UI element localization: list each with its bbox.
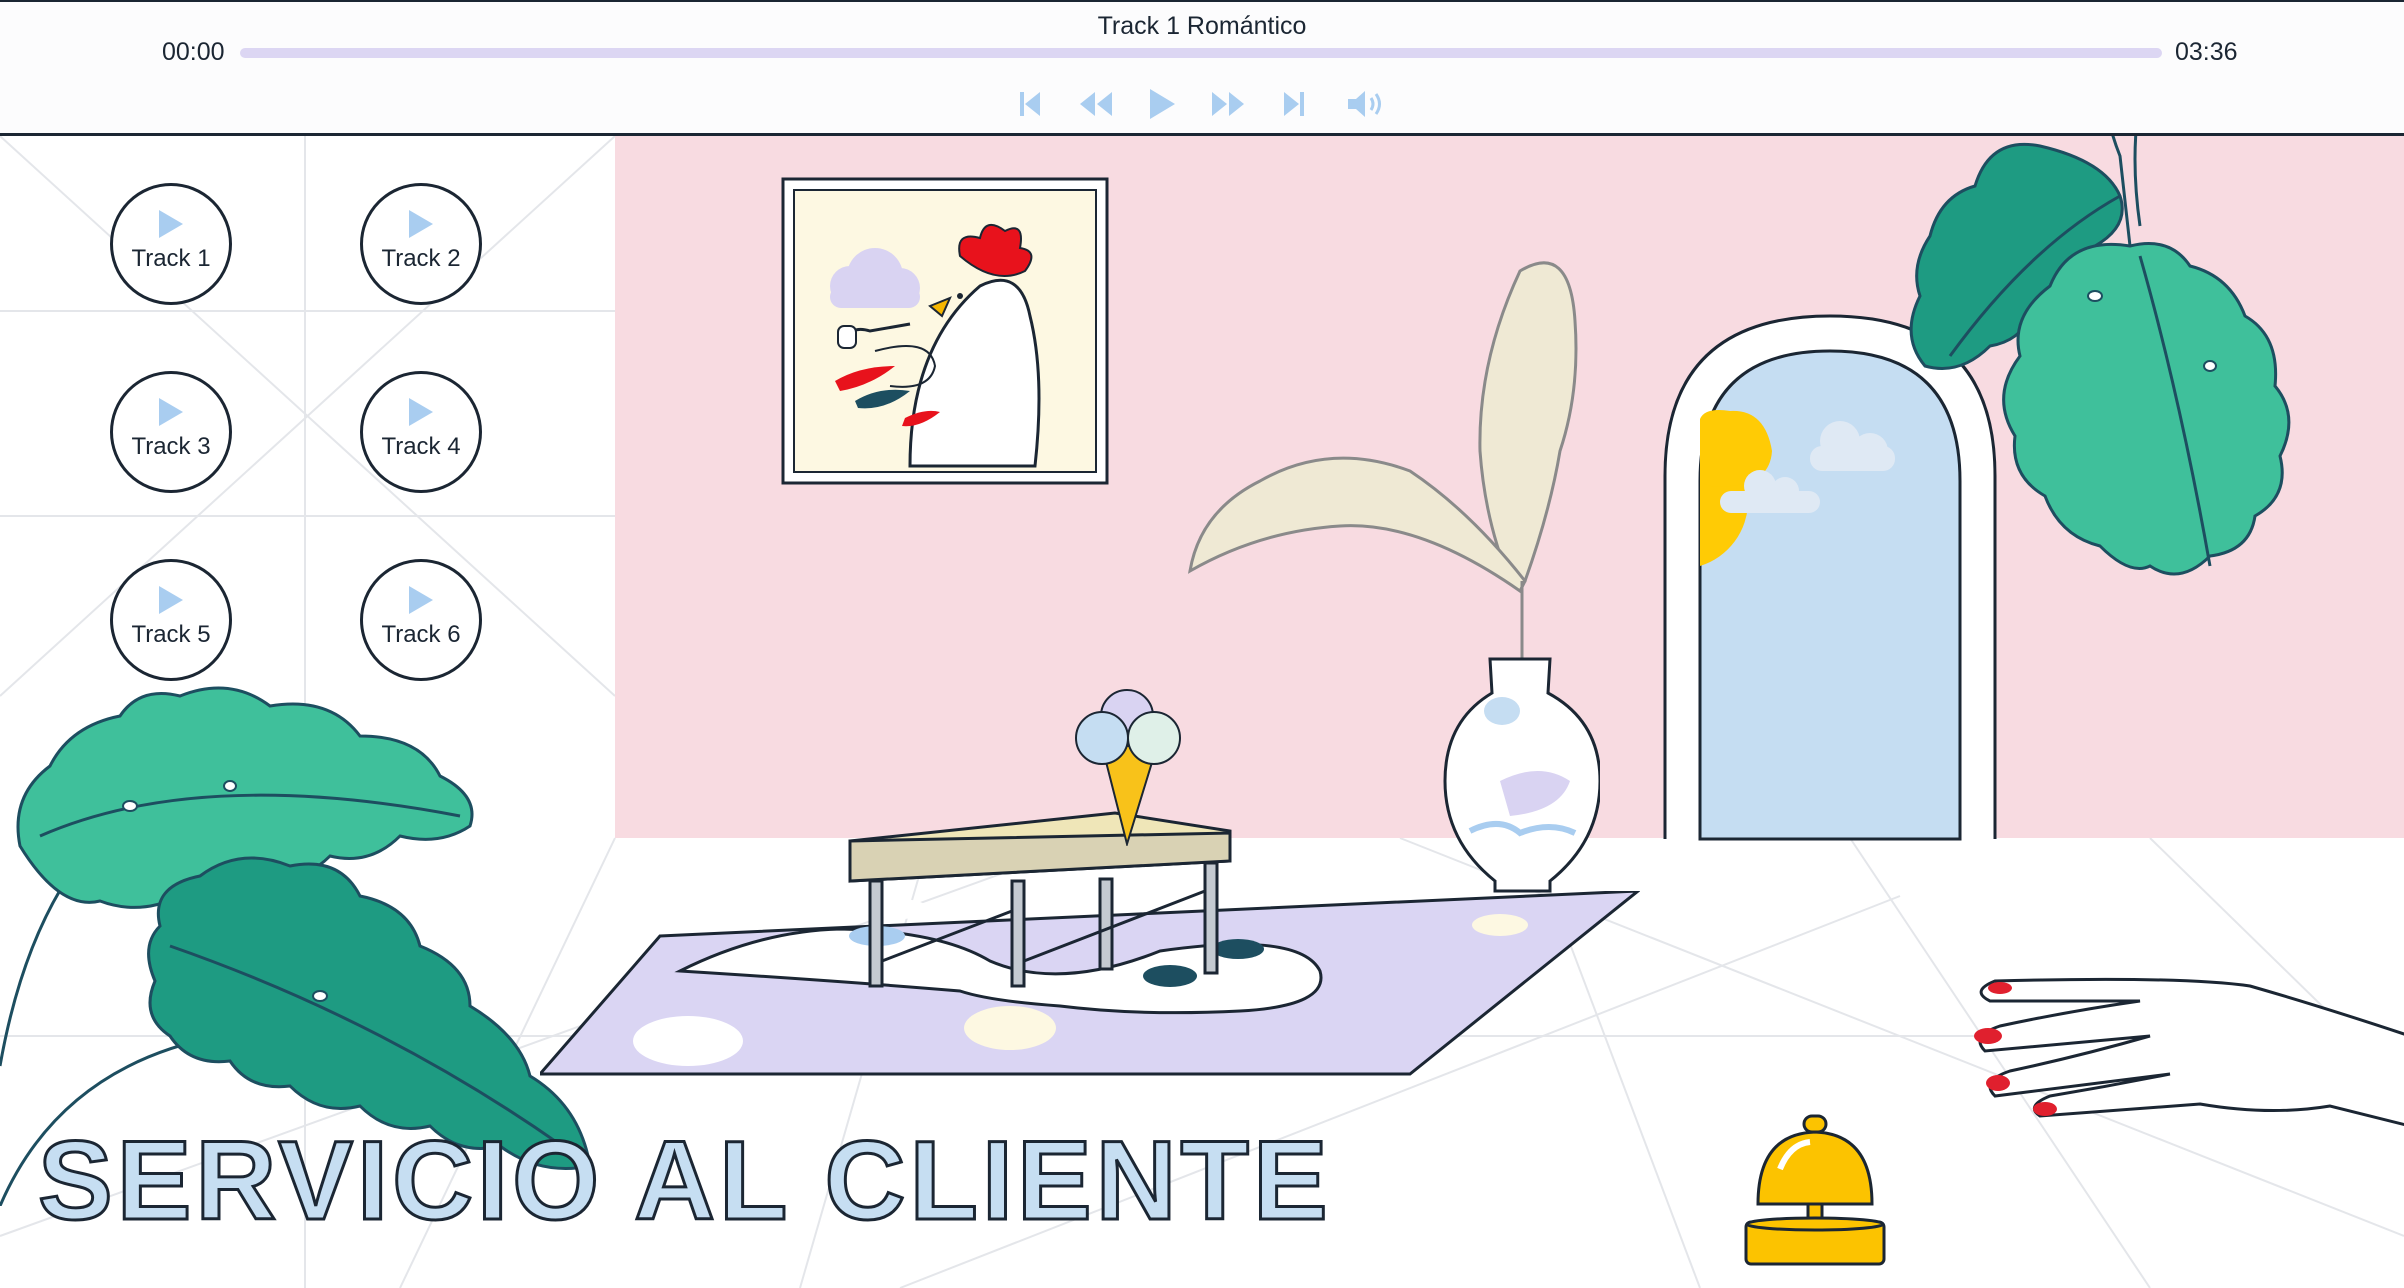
play-icon [409,586,433,614]
fast-forward-icon[interactable] [1208,86,1248,122]
vase-with-plant [1187,261,1600,893]
audio-player: Track 1 Romántico 00:00 03:36 [0,0,2404,136]
skip-forward-icon[interactable] [1274,86,1314,122]
volume-icon[interactable] [1346,86,1386,122]
track-button-1[interactable]: Track 1 [110,183,232,305]
play-icon [159,210,183,238]
track-button-4[interactable]: Track 4 [360,371,482,493]
track-button-2[interactable]: Track 2 [360,183,482,305]
track-title: Track 1 Romántico [1097,12,1307,40]
framed-rooster-picture [781,177,1109,485]
play-icon[interactable] [1142,86,1182,122]
play-icon [159,586,183,614]
skip-back-icon[interactable] [1010,86,1050,122]
page-headline: SERVICIO AL CLIENTE [37,1118,1332,1243]
track-label: Track 5 [131,621,211,648]
track-label: Track 3 [131,433,211,460]
track-label: Track 1 [131,245,211,272]
track-label: Track 2 [381,245,461,272]
play-icon [159,398,183,426]
play-icon [409,210,433,238]
current-time: 00:00 [162,38,225,66]
progress-bar[interactable] [240,48,2162,58]
track-button-3[interactable]: Track 3 [110,371,232,493]
duration-time: 03:36 [2175,38,2238,66]
track-label: Track 4 [381,433,461,460]
play-icon [409,398,433,426]
hand-illustration [1974,977,2404,1127]
track-button-6[interactable]: Track 6 [360,559,482,681]
monstera-leaf-top-right [1909,136,2291,576]
track-label: Track 6 [381,621,461,648]
track-button-5[interactable]: Track 5 [110,559,232,681]
service-bell [1744,1114,1886,1266]
room-scene: Track 1 Track 2 Track 3 Track 4 Track 5 … [0,136,2404,1288]
rewind-icon[interactable] [1076,86,1116,122]
